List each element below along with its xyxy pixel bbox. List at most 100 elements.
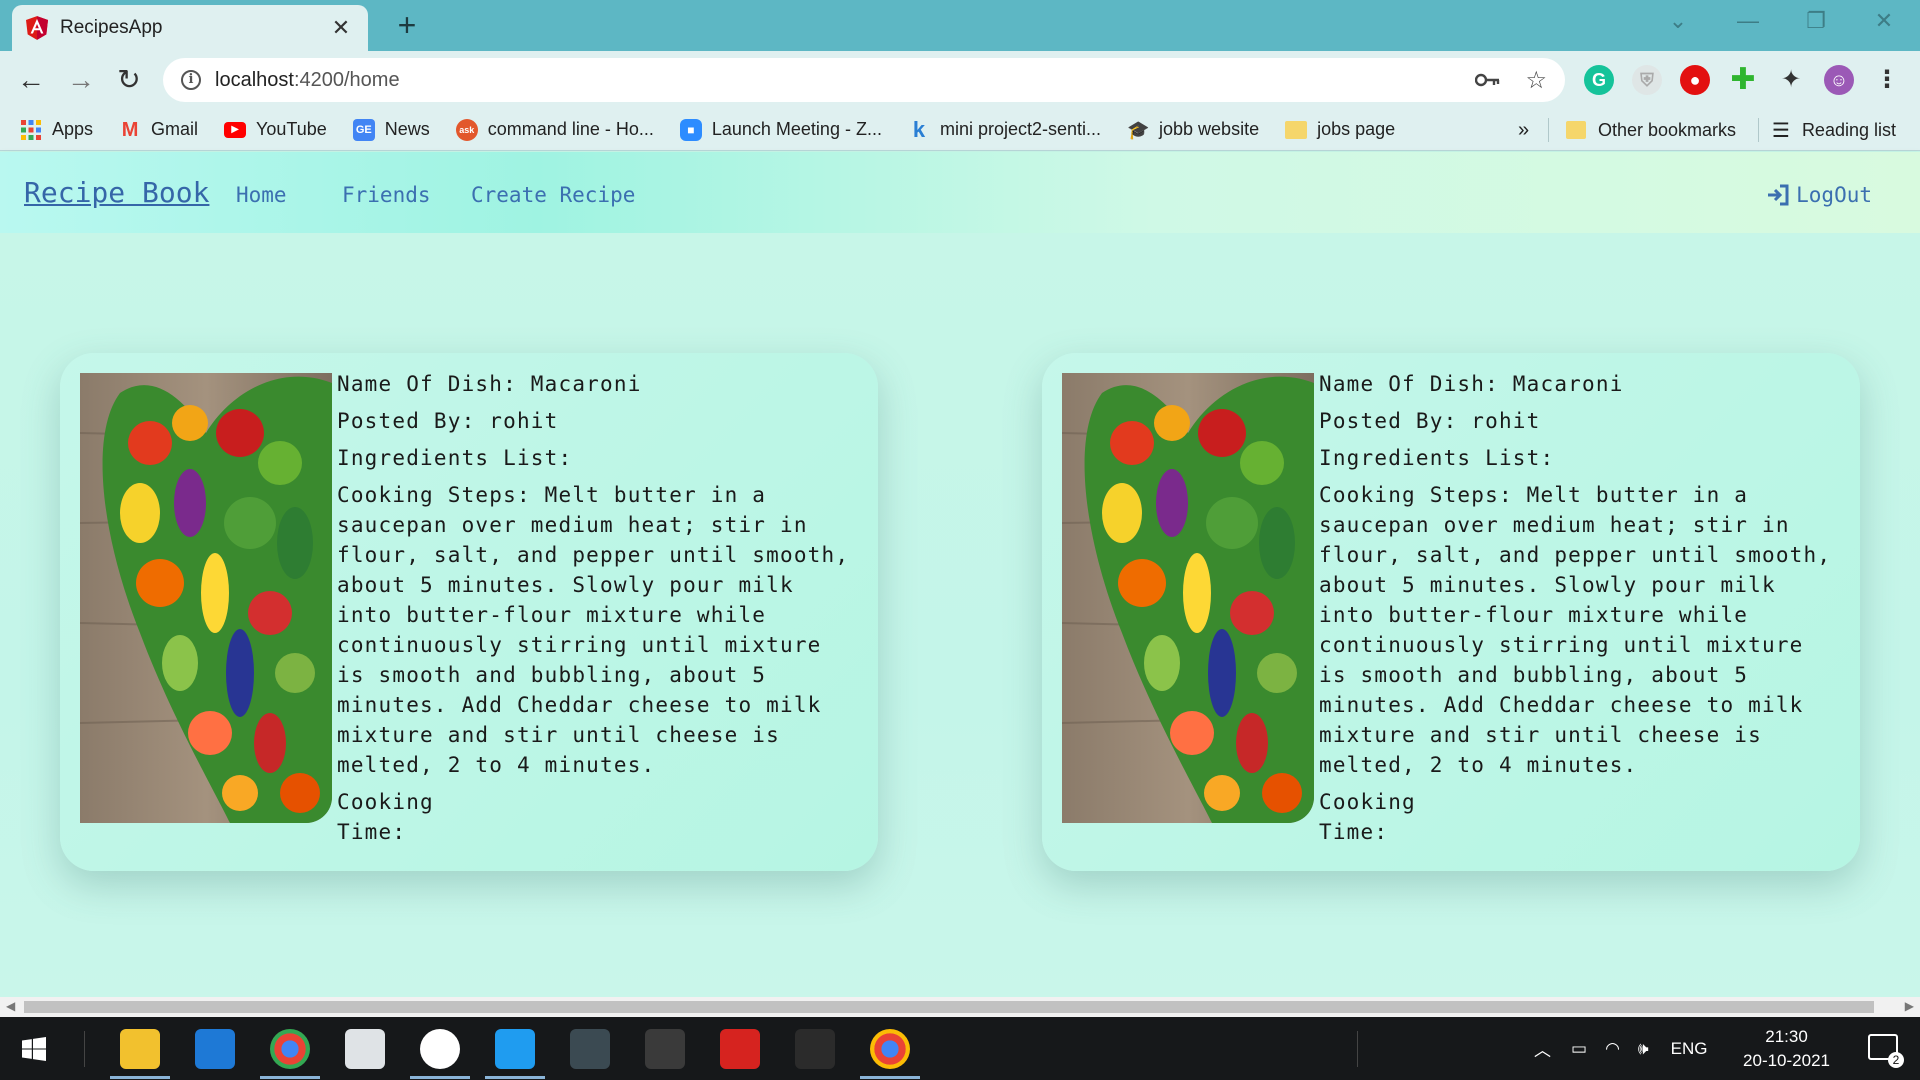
show-hidden-icons-icon[interactable]: ︿ <box>1534 1036 1551 1061</box>
grammarly-icon[interactable]: G <box>1584 65 1614 95</box>
browser-tab[interactable]: RecipesApp ✕ <box>12 5 368 51</box>
new-tab-button[interactable]: + <box>390 8 424 42</box>
nav-friends-link[interactable]: Friends <box>342 183 431 207</box>
extensions-puzzle-icon[interactable]: ✦ <box>1776 65 1806 95</box>
url-text[interactable]: localhost:4200/home <box>215 69 1455 92</box>
recipe-details: Name Of Dish: Macaroni Posted By: rohit … <box>337 369 857 854</box>
restore-icon[interactable]: ❐ <box>1796 8 1836 34</box>
bookmark-youtube[interactable]: ▶ YouTube <box>224 119 327 140</box>
taskbar-divider <box>1357 1031 1358 1067</box>
scrollbar-thumb[interactable] <box>24 1001 1874 1013</box>
bookmark-apps[interactable]: Apps <box>20 119 93 141</box>
bookmark-label: mini project2-senti... <box>939 119 1102 139</box>
profile-avatar[interactable]: ☺ <box>1824 65 1854 95</box>
bookmarks-bar: Apps M Gmail ▶ YouTube GE News ask comma… <box>0 109 1920 151</box>
bookmark-launch-meeting[interactable]: ■ Launch Meeting - Z... <box>679 118 882 141</box>
bookmark-star-icon[interactable]: ☆ <box>1525 66 1547 95</box>
bookmark-label: jobb website <box>1159 119 1260 139</box>
logout-label: LogOut <box>1796 183 1872 207</box>
active-indicator <box>260 1076 320 1079</box>
close-window-icon[interactable]: ✕ <box>1864 8 1904 34</box>
bookmark-jobb-website[interactable]: 🎓 jobb website <box>1127 119 1259 141</box>
forward-icon[interactable]: → <box>62 61 100 99</box>
vc-app-icon[interactable] <box>720 1029 760 1069</box>
reading-list[interactable]: ☰ Reading list <box>1772 109 1896 151</box>
minimize-icon[interactable]: — <box>1728 8 1768 34</box>
vscode-icon[interactable] <box>495 1029 535 1069</box>
bookmark-label: Gmail <box>151 119 199 139</box>
bookmark-label: command line - Ho... <box>487 119 654 139</box>
scroll-left-icon[interactable]: ◀ <box>6 999 15 1013</box>
other-bookmarks-label: Other bookmarks <box>1598 119 1737 140</box>
sign-in-icon <box>1768 184 1789 206</box>
apps-grid-icon <box>20 119 42 141</box>
powershell-icon[interactable] <box>570 1029 610 1069</box>
bookmark-gmail[interactable]: M Gmail <box>119 119 198 141</box>
chrome-profile-icon[interactable] <box>270 1029 310 1069</box>
clock-time: 21:30 <box>1765 1027 1808 1046</box>
bookmark-label: News <box>384 119 430 139</box>
tab-search-icon[interactable]: ⌄ <box>1658 8 1698 34</box>
horizontal-scrollbar[interactable]: ◀ ▶ <box>0 997 1920 1017</box>
scroll-right-icon[interactable]: ▶ <box>1905 999 1914 1013</box>
logout-button[interactable]: LogOut <box>1766 183 1872 207</box>
volume-icon[interactable]: 🕪 <box>1638 1039 1649 1059</box>
zoom-icon: ■ <box>679 118 702 141</box>
active-indicator <box>110 1076 170 1079</box>
bookmark-label: Launch Meeting - Z... <box>711 119 882 139</box>
adblock-icon[interactable]: ● <box>1680 65 1710 95</box>
windows-start-icon[interactable] <box>22 1037 46 1061</box>
posted-by: Posted By: rohit <box>1319 409 1541 433</box>
recipe-photo <box>1062 373 1314 823</box>
bookmark-news[interactable]: GE News <box>352 118 430 141</box>
bookmarks-divider <box>1548 118 1549 142</box>
more-bookmarks-chevron[interactable]: » <box>1518 109 1529 151</box>
close-tab-icon[interactable]: ✕ <box>328 15 354 41</box>
reload-icon[interactable]: ↻ <box>110 61 148 99</box>
reading-list-icon: ☰ <box>1772 119 1790 142</box>
active-indicator <box>410 1076 470 1079</box>
address-bar[interactable]: i localhost:4200/home ☆ <box>163 58 1565 102</box>
menu-kebab-icon[interactable]: ⋮ <box>1872 65 1902 95</box>
cooking-steps: Cooking Steps: Melt butter in a saucepan… <box>1319 483 1832 777</box>
bookmark-mini-project[interactable]: k mini project2-senti... <box>908 118 1102 141</box>
clock-date: 20-10-2021 <box>1743 1051 1830 1070</box>
mongodb-compass-icon[interactable] <box>420 1029 460 1069</box>
battery-icon[interactable]: ▭ <box>1571 1039 1587 1059</box>
active-indicator <box>485 1076 545 1079</box>
other-bookmarks[interactable]: Other bookmarks <box>1566 109 1736 151</box>
site-info-icon[interactable]: i <box>181 70 201 90</box>
bookmarks-divider <box>1758 118 1759 142</box>
brand-link[interactable]: Recipe Book <box>24 176 209 209</box>
recipe-card: Name Of Dish: Macaroni Posted By: rohit … <box>1042 353 1860 871</box>
cooking-time: Cooking Time: <box>1319 790 1416 844</box>
recipe-photo <box>80 373 332 823</box>
shield-extension-icon[interactable]: ⛨ <box>1632 65 1662 95</box>
back-icon[interactable]: ← <box>12 61 50 99</box>
folder-icon <box>1285 120 1308 139</box>
chrome-icon[interactable] <box>870 1029 910 1069</box>
notifications-icon[interactable]: 2 <box>1868 1034 1904 1068</box>
nav-home-link[interactable]: Home <box>236 183 287 207</box>
wifi-icon[interactable]: ◠ <box>1605 1039 1620 1059</box>
ingredients-list: Ingredients List: <box>337 446 573 470</box>
vegetable-heart-image <box>80 373 332 823</box>
notification-count: 2 <box>1888 1052 1904 1068</box>
mail-icon[interactable] <box>195 1029 235 1069</box>
network-app-icon[interactable] <box>345 1029 385 1069</box>
snipping-tool-icon[interactable] <box>795 1029 835 1069</box>
bookmark-command-line[interactable]: ask command line - Ho... <box>455 118 654 141</box>
dish-name: Name Of Dish: Macaroni <box>1319 372 1624 396</box>
file-explorer-icon[interactable] <box>120 1029 160 1069</box>
plus-extension-icon[interactable]: ✚ <box>1728 65 1758 95</box>
angular-icon <box>26 16 48 40</box>
command-prompt-icon[interactable] <box>645 1029 685 1069</box>
taskbar-clock[interactable]: 21:30 20-10-2021 <box>1743 1025 1830 1073</box>
nav-create-recipe-link[interactable]: Create Recipe <box>471 183 635 207</box>
key-icon[interactable] <box>1475 72 1501 88</box>
gmail-icon: M <box>121 118 139 141</box>
bookmark-jobs-page[interactable]: jobs page <box>1285 119 1395 140</box>
active-indicator <box>860 1076 920 1079</box>
taskbar-divider <box>84 1031 85 1067</box>
language-indicator[interactable]: ENG <box>1671 1039 1708 1059</box>
